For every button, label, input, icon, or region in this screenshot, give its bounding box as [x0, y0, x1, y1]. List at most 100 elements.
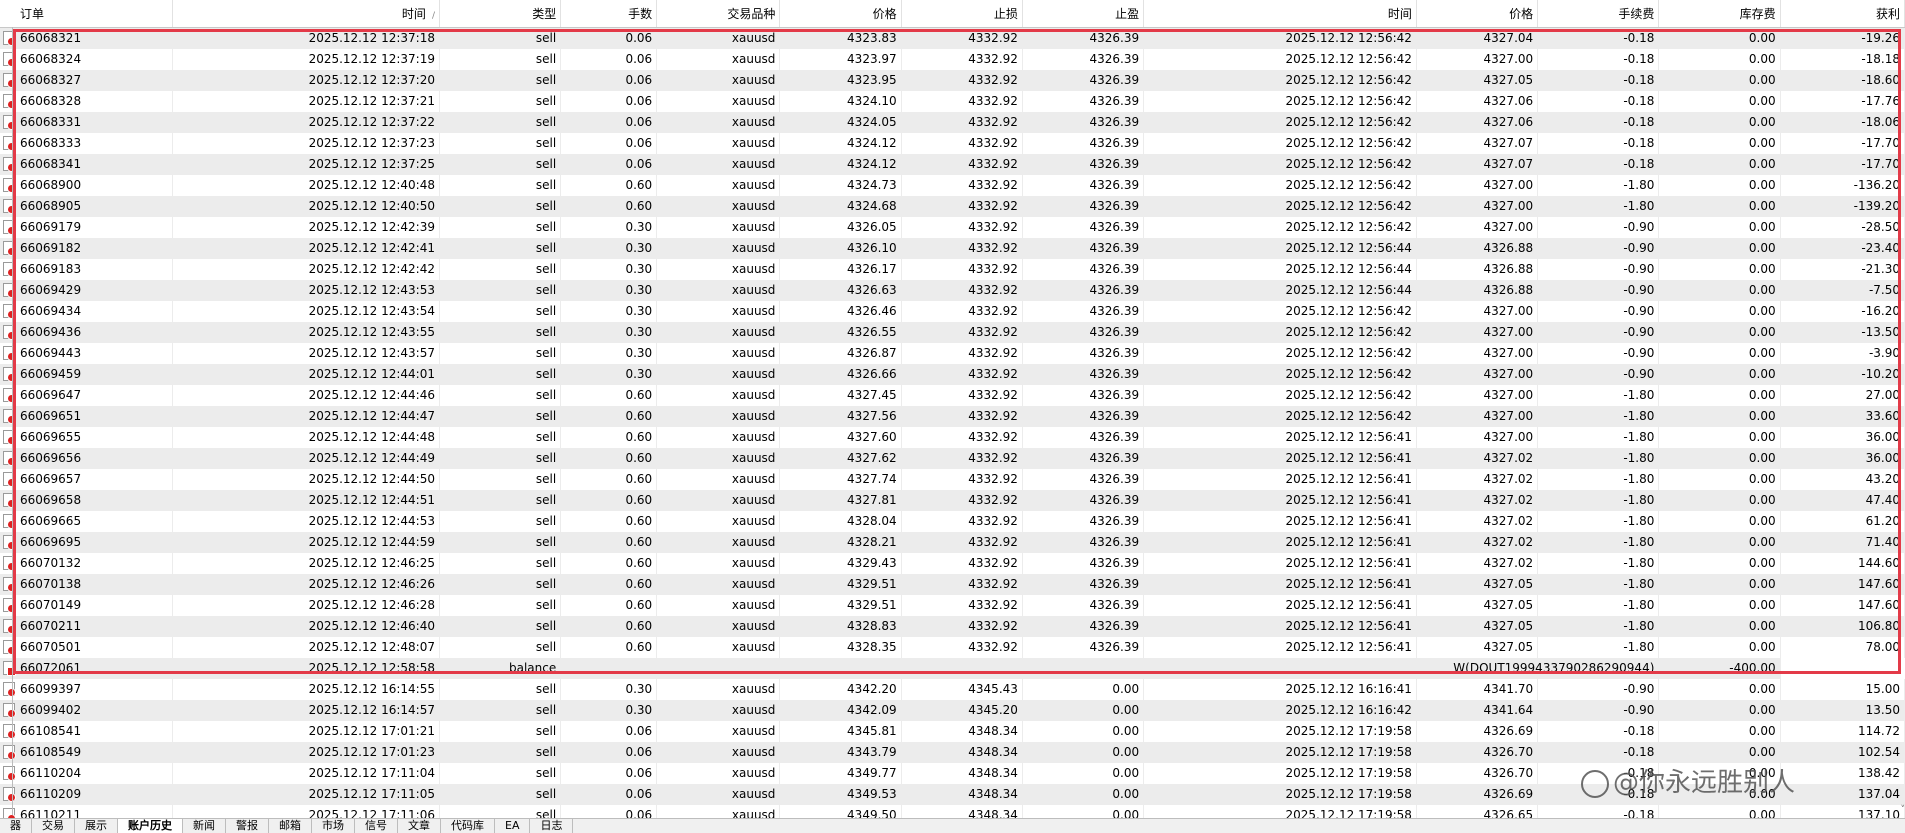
table-row[interactable]: 660993972025.12.12 16:14:55sell0.30xauus…: [0, 679, 1905, 700]
tab-9[interactable]: 代码库: [441, 819, 495, 833]
table-row[interactable]: 660691822025.12.12 12:42:41sell0.30xauus…: [0, 238, 1905, 259]
cell-commission: -0.90: [1538, 217, 1659, 238]
tab-6[interactable]: 市场: [312, 819, 355, 833]
cell-close-price: 4327.00: [1416, 301, 1537, 322]
cell-commission: -0.90: [1538, 238, 1659, 259]
table-row[interactable]: 660689052025.12.12 12:40:50sell0.60xauus…: [0, 196, 1905, 217]
cell-volume: 0.06: [561, 784, 657, 805]
cell-symbol: xauusd: [657, 196, 780, 217]
table-row[interactable]: 660683332025.12.12 12:37:23sell0.06xauus…: [0, 133, 1905, 154]
table-row[interactable]: 660696552025.12.12 12:44:48sell0.60xauus…: [0, 427, 1905, 448]
cell-take-profit: 0.00: [1022, 742, 1143, 763]
cell-volume: 0.60: [561, 574, 657, 595]
table-row[interactable]: 660694432025.12.12 12:43:57sell0.30xauus…: [0, 343, 1905, 364]
cell-order: 66070132: [0, 553, 173, 574]
cell-close-price: 4326.88: [1416, 280, 1537, 301]
cell-stop-loss: 4345.20: [901, 700, 1022, 721]
table-row[interactable]: 660696652025.12.12 12:44:53sell0.60xauus…: [0, 511, 1905, 532]
cell-swap: 0.00: [1659, 49, 1780, 70]
table-row[interactable]: 660694342025.12.12 12:43:54sell0.30xauus…: [0, 301, 1905, 322]
tab-0[interactable]: 交易: [32, 819, 75, 833]
table-row[interactable]: 660720612025.12.12 12:58:58balanceW(DOUT…: [0, 658, 1905, 679]
closed-order-icon: [3, 619, 15, 633]
cell-close-time: 2025.12.12 12:56:42: [1144, 133, 1417, 154]
cell-stop-loss: 4332.92: [901, 301, 1022, 322]
tab-5[interactable]: 邮箱: [269, 819, 312, 833]
col-close-time[interactable]: 时间: [1144, 0, 1417, 28]
col-profit[interactable]: 获利: [1780, 0, 1904, 28]
table-row[interactable]: 660683282025.12.12 12:37:21sell0.06xauus…: [0, 91, 1905, 112]
table-row[interactable]: 660683312025.12.12 12:37:22sell0.06xauus…: [0, 112, 1905, 133]
table-row[interactable]: 660694292025.12.12 12:43:53sell0.30xauus…: [0, 280, 1905, 301]
cell-symbol: xauusd: [657, 301, 780, 322]
table-row[interactable]: 661085492025.12.12 17:01:23sell0.06xauus…: [0, 742, 1905, 763]
cell-symbol: xauusd: [657, 469, 780, 490]
table-row[interactable]: 660696472025.12.12 12:44:46sell0.60xauus…: [0, 385, 1905, 406]
tab-11[interactable]: 日志: [530, 819, 573, 833]
cell-open-time: 2025.12.12 12:44:51: [173, 490, 440, 511]
table-row[interactable]: 660683212025.12.12 12:37:18sell0.06xauus…: [0, 28, 1905, 50]
table-row[interactable]: 660683242025.12.12 12:37:19sell0.06xauus…: [0, 49, 1905, 70]
col-open-time[interactable]: 时间/: [173, 0, 440, 28]
cell-close-time: 2025.12.12 12:56:42: [1144, 343, 1417, 364]
table-row[interactable]: 660702112025.12.12 12:46:40sell0.60xauus…: [0, 616, 1905, 637]
table-row[interactable]: 660691832025.12.12 12:42:42sell0.30xauus…: [0, 259, 1905, 280]
cell-take-profit: 4326.39: [1022, 343, 1143, 364]
col-take-profit[interactable]: 止盈: [1022, 0, 1143, 28]
tab-10[interactable]: EA: [495, 819, 530, 833]
cell-symbol: xauusd: [657, 490, 780, 511]
col-close-price[interactable]: 价格: [1416, 0, 1537, 28]
table-row[interactable]: 660705012025.12.12 12:48:07sell0.60xauus…: [0, 637, 1905, 658]
cell-stop-loss: 4348.34: [901, 721, 1022, 742]
cell-open-time: 2025.12.12 12:44:48: [173, 427, 440, 448]
closed-order-icon: [3, 262, 15, 276]
watermark: @你永远胜别人: [1581, 762, 1795, 799]
col-volume[interactable]: 手数: [561, 0, 657, 28]
col-open-price[interactable]: 价格: [780, 0, 901, 28]
cell-type: sell: [439, 238, 560, 259]
table-row[interactable]: 661085412025.12.12 17:01:21sell0.06xauus…: [0, 721, 1905, 742]
closed-order-icon: [3, 451, 15, 465]
tab-7[interactable]: 信号: [355, 819, 398, 833]
table-row[interactable]: 660701492025.12.12 12:46:28sell0.60xauus…: [0, 595, 1905, 616]
table-row[interactable]: 660694592025.12.12 12:44:01sell0.30xauus…: [0, 364, 1905, 385]
col-stop-loss[interactable]: 止损: [901, 0, 1022, 28]
col-swap[interactable]: 库存费: [1659, 0, 1780, 28]
table-row[interactable]: 660994022025.12.12 16:14:57sell0.30xauus…: [0, 700, 1905, 721]
col-order[interactable]: 订单: [0, 0, 173, 28]
closed-order-icon: [3, 115, 15, 129]
col-symbol[interactable]: 交易品种: [657, 0, 780, 28]
tab-4[interactable]: 警报: [226, 819, 269, 833]
cell-commission: -1.80: [1538, 469, 1659, 490]
tab-8[interactable]: 文章: [398, 819, 441, 833]
tab-1[interactable]: 展示: [75, 819, 118, 833]
table-row[interactable]: 660691792025.12.12 12:42:39sell0.30xauus…: [0, 217, 1905, 238]
table-row[interactable]: 660701322025.12.12 12:46:25sell0.60xauus…: [0, 553, 1905, 574]
cell-open-time: 2025.12.12 12:37:18: [173, 28, 440, 50]
table-row[interactable]: 660696582025.12.12 12:44:51sell0.60xauus…: [0, 490, 1905, 511]
table-row[interactable]: 660683412025.12.12 12:37:25sell0.06xauus…: [0, 154, 1905, 175]
table-row[interactable]: 660696512025.12.12 12:44:47sell0.60xauus…: [0, 406, 1905, 427]
col-commission[interactable]: 手续费: [1538, 0, 1659, 28]
cell-symbol: xauusd: [657, 763, 780, 784]
cell-order: 66069434: [0, 301, 173, 322]
table-row[interactable]: 660701382025.12.12 12:46:26sell0.60xauus…: [0, 574, 1905, 595]
cell-swap: 0.00: [1659, 742, 1780, 763]
table-row[interactable]: 660696572025.12.12 12:44:50sell0.60xauus…: [0, 469, 1905, 490]
table-row[interactable]: 660689002025.12.12 12:40:48sell0.60xauus…: [0, 175, 1905, 196]
cell-order: 66068328: [0, 91, 173, 112]
cell-close-price: 4327.02: [1416, 469, 1537, 490]
cell-empty: [657, 658, 780, 679]
cell-profit: -10.20: [1780, 364, 1904, 385]
tab-3[interactable]: 新闻: [183, 819, 226, 833]
cell-open-price: 4326.10: [780, 238, 901, 259]
tab-2[interactable]: 账户历史: [118, 819, 183, 833]
table-row[interactable]: 660683272025.12.12 12:37:20sell0.06xauus…: [0, 70, 1905, 91]
cell-profit: 36.00: [1780, 427, 1904, 448]
cell-swap: 0.00: [1659, 679, 1780, 700]
table-row[interactable]: 660696562025.12.12 12:44:49sell0.60xauus…: [0, 448, 1905, 469]
table-row[interactable]: 660696952025.12.12 12:44:59sell0.60xauus…: [0, 532, 1905, 553]
table-row[interactable]: 660694362025.12.12 12:43:55sell0.30xauus…: [0, 322, 1905, 343]
col-type[interactable]: 类型: [439, 0, 560, 28]
scroll-down-icon[interactable]: ˅: [1901, 805, 1905, 815]
